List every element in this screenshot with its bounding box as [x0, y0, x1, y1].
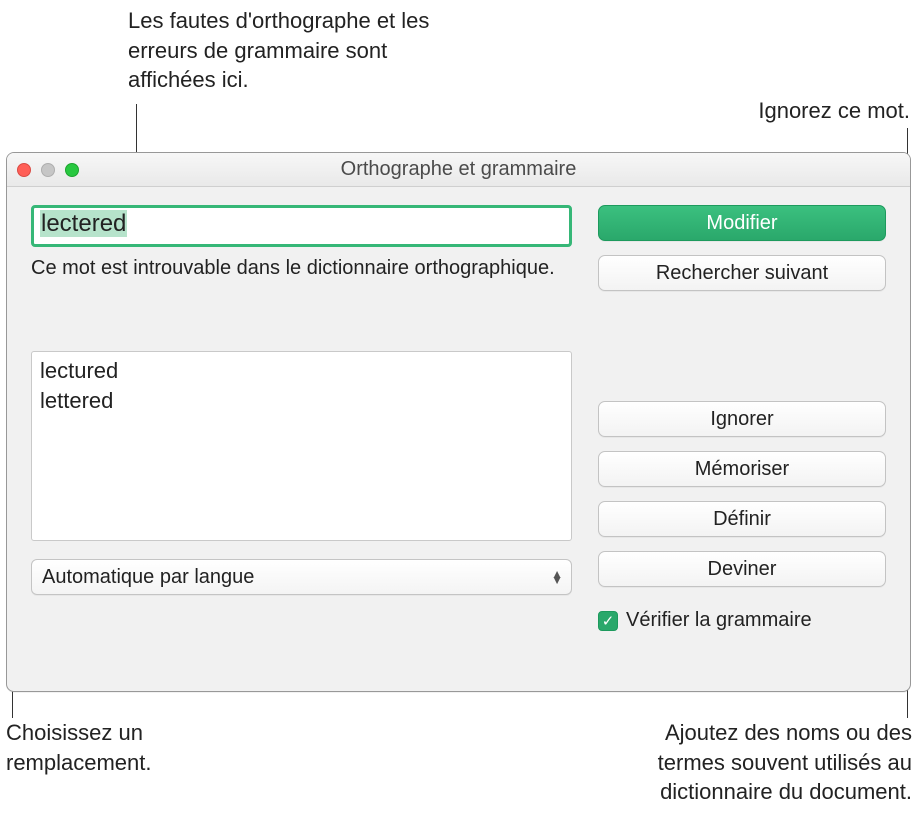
spelling-grammar-window: Orthographe et grammaire lectered Ce mot…: [6, 152, 911, 692]
misspelled-word-field[interactable]: lectered: [31, 205, 572, 247]
callout-add-to-dictionary: Ajoutez des noms ou des termes souvent u…: [592, 718, 912, 807]
check-grammar-checkbox[interactable]: ✓: [598, 611, 618, 631]
language-select[interactable]: Automatique par langue ▲▼: [31, 559, 572, 595]
checkmark-icon: ✓: [602, 612, 615, 630]
define-button[interactable]: Définir: [598, 501, 886, 537]
misspelled-word-text: lectered: [40, 210, 127, 237]
language-select-value: Automatique par langue: [42, 566, 254, 589]
check-grammar-label: Vérifier la grammaire: [626, 609, 812, 632]
chevron-updown-icon: ▲▼: [551, 571, 563, 583]
list-item[interactable]: lettered: [40, 386, 563, 416]
callout-ignore-word: Ignorez ce mot.: [690, 96, 910, 126]
callout-errors-shown: Les fautes d'orthographe et les erreurs …: [128, 6, 468, 95]
titlebar: Orthographe et grammaire: [7, 153, 910, 187]
list-item[interactable]: lectured: [40, 356, 563, 386]
window-title: Orthographe et grammaire: [7, 158, 910, 181]
memorize-button[interactable]: Mémoriser: [598, 451, 886, 487]
suggestions-list[interactable]: lectured lettered: [31, 351, 572, 541]
ignore-button[interactable]: Ignorer: [598, 401, 886, 437]
callout-choose-replacement: Choisissez un remplacement.: [6, 718, 266, 777]
guess-button[interactable]: Deviner: [598, 551, 886, 587]
find-next-button[interactable]: Rechercher suivant: [598, 255, 886, 291]
status-text: Ce mot est introuvable dans le dictionna…: [31, 255, 572, 281]
modify-button[interactable]: Modifier: [598, 205, 886, 241]
